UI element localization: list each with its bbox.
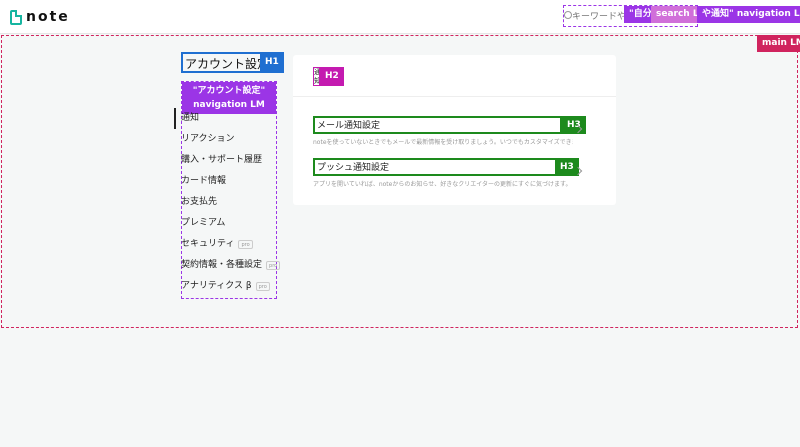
- sidebar-item-notifications[interactable]: 通知: [174, 108, 277, 129]
- sidebar-item-contract[interactable]: 契約情報・各種設定 pro: [181, 255, 281, 276]
- nav-landmark-header-tag: や通知" navigation LM: [697, 6, 800, 23]
- account-nav: 通知 リアクション 購入・サポート履歴 カード情報 お支払先 プレミアム セキュ…: [174, 108, 281, 297]
- sidebar-item-card-info[interactable]: カード情報: [181, 171, 277, 192]
- h3-tag: H3: [562, 116, 586, 134]
- pro-badge: pro: [255, 282, 270, 291]
- push-notification-title: プッシュ通知設定: [313, 158, 562, 176]
- h1-tag: H1: [260, 52, 284, 73]
- sidebar-item-security[interactable]: セキュリティ pro: [181, 234, 277, 255]
- sidebar-item-reactions[interactable]: リアクション: [181, 129, 277, 150]
- section-heading: 通知: [313, 67, 320, 86]
- pro-badge: pro: [238, 240, 253, 249]
- h2-tag: H2: [320, 67, 344, 86]
- sidebar-item-analytics[interactable]: アナリティクス β pro: [181, 276, 277, 297]
- email-notification-title: メール通知設定: [313, 116, 562, 134]
- note-logo[interactable]: note: [10, 9, 70, 25]
- sidebar-item-premium[interactable]: プレミアム: [181, 213, 277, 234]
- sidebar-item-payee[interactable]: お支払先: [181, 192, 277, 213]
- main-landmark-tag: main LM: [757, 35, 800, 52]
- push-notification-desc: アプリを開いていれば、noteからのお知らせ、好きなクリエイターの更新にすぐに気…: [313, 181, 572, 188]
- search-input[interactable]: [572, 8, 632, 26]
- search-icon[interactable]: [564, 11, 572, 19]
- push-notification-row[interactable]: プッシュ通知設定 H3 アプリを開いていれば、noteからのお知らせ、好きなクリ…: [313, 158, 611, 194]
- card-header: 通知 H2: [293, 55, 616, 97]
- sidebar-item-purchase-history[interactable]: 購入・サポート履歴: [181, 150, 277, 171]
- note-logo-icon: [10, 9, 22, 25]
- notification-settings-card: 通知 H2 メール通知設定 H3 noteを使っていないときでもメールで最新情報…: [293, 55, 616, 205]
- email-notification-desc: noteを使っていないときでもメールで最新情報を受け取りましょう。いつでもカスタ…: [313, 139, 573, 146]
- email-notification-row[interactable]: メール通知設定 H3 noteを使っていないときでもメールで最新情報を受け取りま…: [313, 116, 611, 152]
- logo-text: note: [26, 9, 70, 25]
- pro-badge: pro: [266, 261, 281, 270]
